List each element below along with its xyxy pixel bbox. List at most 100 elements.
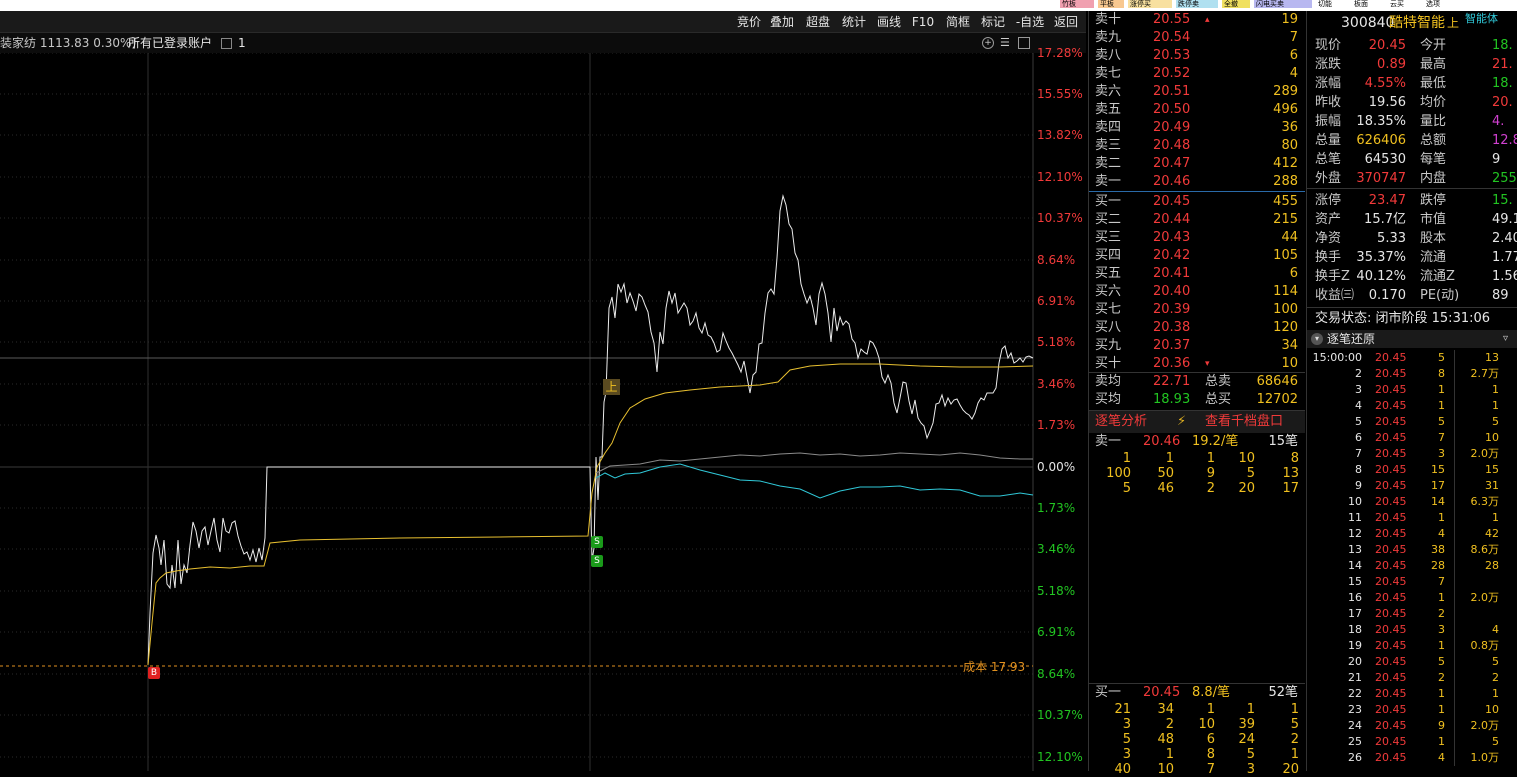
window-icon[interactable] [1018,37,1030,49]
level-price: 20.41 [1153,266,1191,281]
quote-label: 收益㈢ [1315,288,1355,303]
stock-name[interactable]: 酷特智能 [1389,11,1445,35]
bid-level-row[interactable]: 买九 20.37 34 [1089,337,1305,355]
quote-label: 涨停 [1315,193,1342,208]
intraday-chart[interactable]: 17.28% 15.55% 13.82% 12.10% 10.37% 8.64% 6.91%… [0,46,1086,771]
list-icon[interactable]: ☰ [1000,37,1012,49]
account-count: 1 [238,36,246,50]
bid-level-row[interactable]: 买五 20.41 6 [1089,265,1305,283]
queue-cell: 1 [1206,702,1215,717]
shortcut-tag[interactable]: 竹板 [1060,0,1094,8]
level-volume: 289 [1273,84,1298,99]
level-price: 20.39 [1153,302,1191,317]
queue-cell: 6 [1206,732,1215,747]
auction-button[interactable]: 竞价 [733,13,765,31]
mark-button[interactable]: 标记 [977,13,1009,31]
bid-level-row[interactable]: 买七 20.39 100 [1089,301,1305,319]
ask-level-row[interactable]: 卖二 20.47 412 [1089,155,1305,173]
level-price: 20.44 [1153,212,1191,227]
ask-level-row[interactable]: 卖四 20.49 36 [1089,119,1305,137]
level-label: 买六 [1095,284,1122,299]
chart-canvas[interactable] [0,53,1086,771]
ask-level-row[interactable]: 卖三 20.48 80 [1089,137,1305,155]
ask-level-row[interactable]: 卖八 20.53 6 [1089,47,1305,65]
tick-order-cell: 1 [1454,510,1499,526]
smart-agent-link[interactable]: 智能体 [1465,7,1498,31]
shortcut-tag[interactable]: 全撤 [1222,0,1250,8]
queue-cell: 10 [1157,762,1174,777]
edit-icon[interactable] [221,38,232,49]
bid-level-row[interactable]: 买二 20.44 215 [1089,211,1305,229]
watchlist-button[interactable]: -自选 [1012,13,1048,31]
tick-analysis-tab[interactable]: 逐笔分析 [1095,411,1147,433]
tick-order-cell: 5 [1454,734,1499,750]
tick-order-cell: 10 [1454,702,1499,718]
ask-level-row[interactable]: 卖六 20.51 289 [1089,83,1305,101]
tick-price: 20.45 [1375,431,1407,444]
sell-marker[interactable]: S [591,555,603,567]
shortcut-tag[interactable]: 板面 [1352,0,1384,8]
stats-button[interactable]: 统计 [838,13,870,31]
f10-button[interactable]: F10 [909,13,937,31]
queue-cell: 20 [1238,481,1255,496]
bid-level-row[interactable]: 买十 20.36 ▾ 10 [1089,355,1305,373]
bid-level-row[interactable]: 买四 20.42 105 [1089,247,1305,265]
shortcut-tag[interactable]: 平板 [1098,0,1124,8]
shortcut-tag[interactable]: 跌停卖 [1176,0,1218,8]
tick-price: 20.45 [1375,527,1407,540]
bid-level-row[interactable]: 买一 20.45 455 [1089,193,1305,211]
shortcut-tag[interactable]: 切能 [1316,0,1348,8]
ask-level-row[interactable]: 卖一 20.46 288 [1089,173,1305,191]
tick-order-cell: 0.8万 [1454,638,1499,654]
tick-order-cell: 10 [1454,430,1499,446]
queue-cell: 3 [1122,717,1131,732]
ask-level-row[interactable]: 卖十 20.55 ▴ 19 [1089,11,1305,29]
back-button[interactable]: 返回 [1050,13,1082,31]
collapse-icon[interactable]: ▾ [1311,333,1323,345]
tick-order-cell [1454,606,1499,622]
queue-cell: 3 [1122,747,1131,762]
super-button[interactable]: 超盘 [802,13,834,31]
tick-volume: 1 [1438,511,1445,524]
bid-level-row[interactable]: 买三 20.43 44 [1089,229,1305,247]
shortcut-tag[interactable]: 选项 [1424,0,1456,8]
overlay-button[interactable]: 叠加 [766,13,798,31]
quote-label: 跌停 [1420,193,1447,208]
quote-value: 20.45 [1368,38,1406,53]
quote-value: 0.170 [1368,288,1406,303]
draw-button[interactable]: 画线 [873,13,905,31]
view-depth-link[interactable]: 查看千档盘口 [1205,411,1283,433]
bid-level-row[interactable]: 买六 20.40 114 [1089,283,1305,301]
level-volume: 7 [1289,30,1298,45]
tick-volume: 1 [1438,591,1445,604]
bid-level-row[interactable]: 买八 20.38 120 [1089,319,1305,337]
filter-icon[interactable]: ▿ [1503,330,1508,348]
ask-level-row[interactable]: 卖五 20.50 496 [1089,101,1305,119]
level-price: 20.50 [1153,102,1191,117]
queue-cell: 1 [1206,451,1215,466]
tick-volume: 4 [1438,751,1445,764]
tick-volume: 3 [1438,623,1445,636]
tick-price: 20.45 [1375,511,1407,524]
zoom-icon[interactable]: + [982,37,994,49]
buy-marker[interactable]: B [148,667,160,679]
limit-up-marker[interactable]: 上 [603,379,620,395]
pct-tick-label: 13.82% [1037,128,1083,142]
avg-label: 卖均 [1095,374,1122,389]
queue-count: 52笔 [1268,685,1298,700]
shortcut-tag[interactable]: 云买 [1388,0,1420,8]
sell-marker[interactable]: S [591,536,603,548]
tick-price: 20.45 [1375,463,1407,476]
account-selector[interactable]: 所有已登录账户 [128,33,212,53]
shortcut-tag[interactable]: 涨停买 [1128,0,1172,8]
ask-level-row[interactable]: 卖七 20.52 4 [1089,65,1305,83]
queue-cell: 3 [1246,762,1255,777]
ask-level-row[interactable]: 卖九 20.54 7 [1089,29,1305,47]
simple-frame-button[interactable]: 简框 [942,13,974,31]
tick-order-cell: 2.0万 [1454,446,1499,462]
tick-order-cell: 2 [1454,670,1499,686]
tick-row: 16 20.45 1 2.0万 [1307,590,1517,606]
book-separator [1089,191,1305,192]
shortcut-tag[interactable]: 闪电买卖 [1254,0,1312,8]
bid-average-row: 买均 18.93 总买 12702 [1089,391,1305,409]
